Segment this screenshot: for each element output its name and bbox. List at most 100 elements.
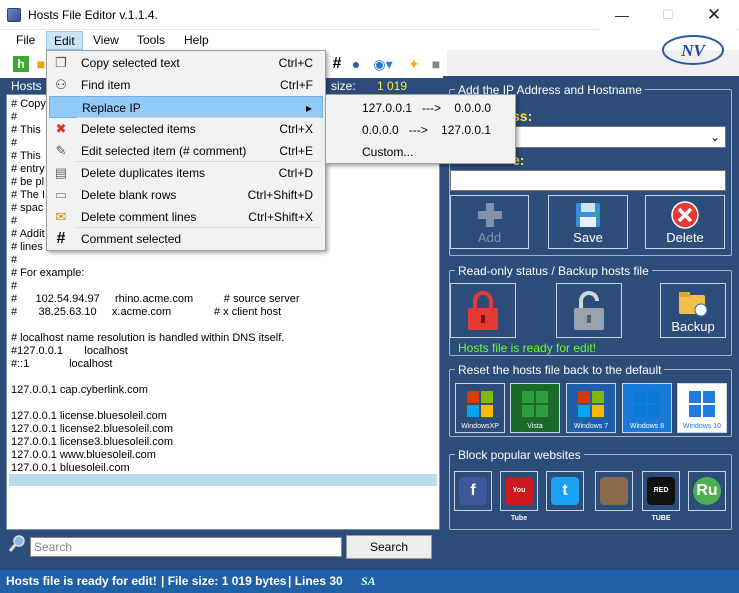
menu-edit[interactable]: Edit [46, 31, 83, 50]
add-button[interactable]: Add [450, 195, 529, 249]
menu-item-label: Comment selected [81, 232, 182, 246]
editor-line[interactable]: 127.0.0.1 license.bluesoleil.com [11, 410, 167, 423]
floppy-save-icon [576, 203, 600, 227]
editor-line[interactable]: 127.0.0.1 license2.bluesoleil.com [11, 423, 173, 436]
size-label: size: [331, 79, 356, 93]
wizard-icon[interactable]: ✦ [406, 56, 422, 72]
menu-view[interactable]: View [86, 31, 126, 50]
menu-item-delete-duplicates-items[interactable]: ▤ Delete duplicates items Ctrl+D [49, 162, 323, 184]
editor-line[interactable]: 127.0.0.1 license3.bluesoleil.com [11, 436, 173, 449]
editor-line[interactable]: # [11, 280, 17, 293]
block-redtube-button[interactable]: RED TUBE [642, 471, 680, 522]
menu-help[interactable]: Help [177, 31, 216, 50]
block-instagram-button[interactable] [595, 471, 633, 511]
globe-dropdown-icon[interactable]: ◉▾ [371, 56, 395, 72]
maximize-button[interactable]: ☐ [645, 0, 691, 30]
editor-line[interactable]: # [11, 215, 17, 228]
menu-item-delete-selected-items[interactable]: ✖ Delete selected items Ctrl+X [49, 118, 323, 140]
os-label: WindowsXP [461, 423, 499, 430]
editor-line[interactable]: # This [11, 150, 41, 163]
logo-text: NV [680, 41, 706, 60]
block-twitter-button[interactable]: t [546, 471, 584, 511]
menu-file[interactable]: File [9, 31, 42, 50]
edit-icon: ✎ [55, 143, 67, 158]
reset-windows-7-button[interactable]: Windows 7 [566, 383, 616, 433]
nv-logo: NV [660, 33, 726, 67]
menu-item-comment-selected[interactable]: # Comment selected [49, 228, 323, 250]
menu-item-label: Replace IP [82, 101, 141, 115]
delete-button[interactable]: Delete [645, 195, 725, 249]
menu-item-label: Copy selected text [81, 56, 180, 70]
editor-line[interactable]: #127.0.0.1 localhost [11, 345, 128, 358]
menu-bar: File Edit View Tools Help [0, 30, 739, 50]
save-button[interactable]: Save [548, 195, 628, 249]
duplicates-icon: ▤ [54, 165, 68, 180]
selected-line-highlight [9, 474, 437, 486]
network-icon[interactable]: ● [348, 56, 364, 72]
menu-item-label: Delete selected items [81, 122, 196, 136]
editor-line[interactable]: # lines [11, 241, 43, 254]
hostname-input[interactable] [450, 170, 726, 191]
window-title: Hosts File Editor v.1.1.4. [28, 8, 158, 22]
backup-folder-icon [679, 292, 708, 317]
menu-item-label: Delete comment lines [81, 210, 197, 224]
editor-line[interactable]: # spac [11, 202, 43, 215]
menu-item-find-item[interactable]: ⚇ Find item Ctrl+F [49, 74, 323, 96]
reset-windows-vista-button[interactable]: Vista [510, 383, 560, 433]
readonly-status: Hosts file is ready for edit! [458, 341, 597, 355]
search-input[interactable]: Search [30, 537, 342, 557]
editor-line[interactable]: # This [11, 124, 41, 137]
editor-line[interactable]: 127.0.0.1 www.bluesoleil.com [11, 449, 156, 462]
hash-icon[interactable]: # [329, 56, 345, 72]
editor-line[interactable]: 127.0.0.1 bluesoleil.com [11, 462, 130, 475]
menu-item-shortcut: Ctrl+D [278, 166, 313, 180]
status-text: Hosts file is ready for edit! [6, 574, 157, 588]
menu-separator [77, 117, 321, 118]
menu-item-delete-blank-rows[interactable]: ▭ Delete blank rows Ctrl+Shift+D [49, 184, 323, 206]
reset-windows-xp-button[interactable]: WindowsXP [455, 383, 505, 433]
menu-item-delete-comment-lines[interactable]: ✉ Delete comment lines Ctrl+Shift+X [49, 206, 323, 228]
home-icon[interactable]: h [13, 56, 29, 72]
editor-line[interactable]: # [11, 254, 17, 267]
blank-rows-icon: ▭ [54, 187, 68, 202]
binoculars-icon: ⚇ [55, 77, 67, 92]
editor-line[interactable]: # 102.54.94.97 rhino.acme.com # source s… [11, 293, 300, 306]
hash-icon: # [56, 230, 66, 247]
menu-item-edit-selected-item-comment[interactable]: ✎ Edit selected item (# comment) Ctrl+E [49, 140, 323, 162]
menu-item-shortcut: Ctrl+X [279, 122, 313, 136]
replace-localhost-with-zero[interactable]: 127.0.0.1 ---> 0.0.0.0 [328, 97, 513, 119]
minimize-button-main[interactable]: — [599, 0, 645, 30]
backup-button[interactable]: Backup [660, 283, 726, 338]
submenu-arrow-icon: ▸ [305, 101, 312, 115]
reset-windows-8-button[interactable]: Windows 8 [622, 383, 672, 433]
menu-item-replace-ip[interactable]: Replace IP ▸ [49, 96, 323, 118]
editor-line[interactable]: # 38.25.63.10 x.acme.com # x client host [11, 306, 281, 319]
search-icon [8, 534, 26, 554]
unlock-button[interactable] [556, 283, 622, 338]
editor-line[interactable]: 127.0.0.1 cap.cyberlink.com [11, 384, 148, 397]
reset-windows-10-button[interactable]: Windows 10 [677, 383, 727, 433]
app-icon [7, 8, 21, 22]
menu-item-shortcut: Ctrl+F [280, 78, 313, 92]
menu-item-shortcut: Ctrl+Shift+X [248, 210, 313, 224]
delete-x-icon [671, 201, 699, 229]
lock-gray-icon[interactable]: ■ [428, 56, 444, 72]
editor-line[interactable]: # [11, 137, 17, 150]
search-button[interactable]: Search [346, 535, 432, 559]
editor-line[interactable]: #::1 localhost [11, 358, 113, 371]
editor-line[interactable]: # localhost name resolution is handled w… [11, 332, 284, 345]
close-button[interactable]: ✕ [691, 0, 737, 30]
replace-custom[interactable]: Custom... [328, 141, 513, 163]
block-ru-button[interactable]: Ru [688, 471, 726, 511]
block-youtube-button[interactable]: You Tube [500, 471, 538, 522]
editor-line[interactable]: # [11, 111, 17, 124]
menu-item-label: Delete blank rows [81, 188, 177, 202]
edit-dropdown-menu: ❐ Copy selected text Ctrl+C ⚇ Find item Ctrl+… [46, 50, 326, 251]
block-facebook-button[interactable]: f [454, 471, 492, 511]
editor-line[interactable]: # For example: [11, 267, 84, 280]
menu-item-copy-selected-text[interactable]: ❐ Copy selected text Ctrl+C [49, 52, 323, 74]
replace-zero-with-localhost[interactable]: 0.0.0.0 ---> 127.0.0.1 [328, 119, 513, 141]
editor-line[interactable]: # Copy [11, 98, 46, 111]
menu-tools[interactable]: Tools [130, 31, 172, 50]
lock-button[interactable] [450, 283, 516, 338]
